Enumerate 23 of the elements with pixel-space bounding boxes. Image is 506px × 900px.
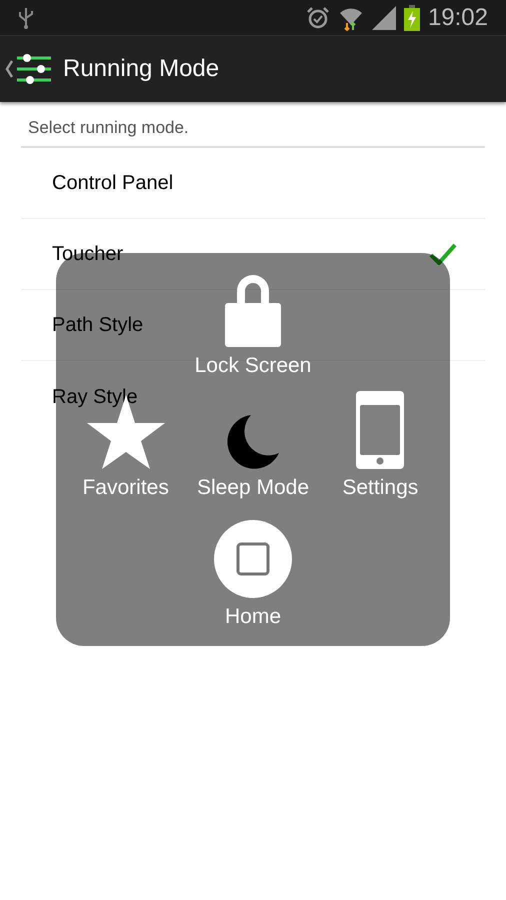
- home-button-icon: [214, 520, 292, 598]
- battery-charging-icon: [404, 4, 420, 30]
- checkmark-icon: [429, 243, 457, 265]
- signal-icon: [372, 6, 396, 30]
- sliders-icon: [17, 54, 51, 84]
- alarm-clock-icon: [306, 6, 330, 30]
- quick-menu-label[interactable]: Favorites: [82, 475, 169, 502]
- back-chevron-icon: [5, 60, 13, 78]
- quick-menu-label[interactable]: Lock Screen: [194, 353, 312, 380]
- screen-title: Running Mode: [63, 54, 220, 84]
- usb-icon: [18, 6, 34, 28]
- moon-icon: [224, 413, 281, 470]
- mode-option[interactable]: Control Panel: [52, 163, 457, 203]
- section-heading: Select running mode.: [28, 116, 189, 138]
- clock-time: 19:02: [428, 6, 488, 30]
- back-button[interactable]: [5, 54, 51, 84]
- mode-label: Toucher: [52, 242, 124, 267]
- quick-menu-label[interactable]: Settings: [342, 475, 418, 502]
- phone-icon: [356, 391, 404, 470]
- quick-menu-label[interactable]: Home: [224, 604, 282, 630]
- mode-label: Control Panel: [52, 171, 174, 196]
- mode-option[interactable]: Toucher: [52, 234, 457, 274]
- quick-menu-label[interactable]: Sleep Mode: [196, 475, 310, 502]
